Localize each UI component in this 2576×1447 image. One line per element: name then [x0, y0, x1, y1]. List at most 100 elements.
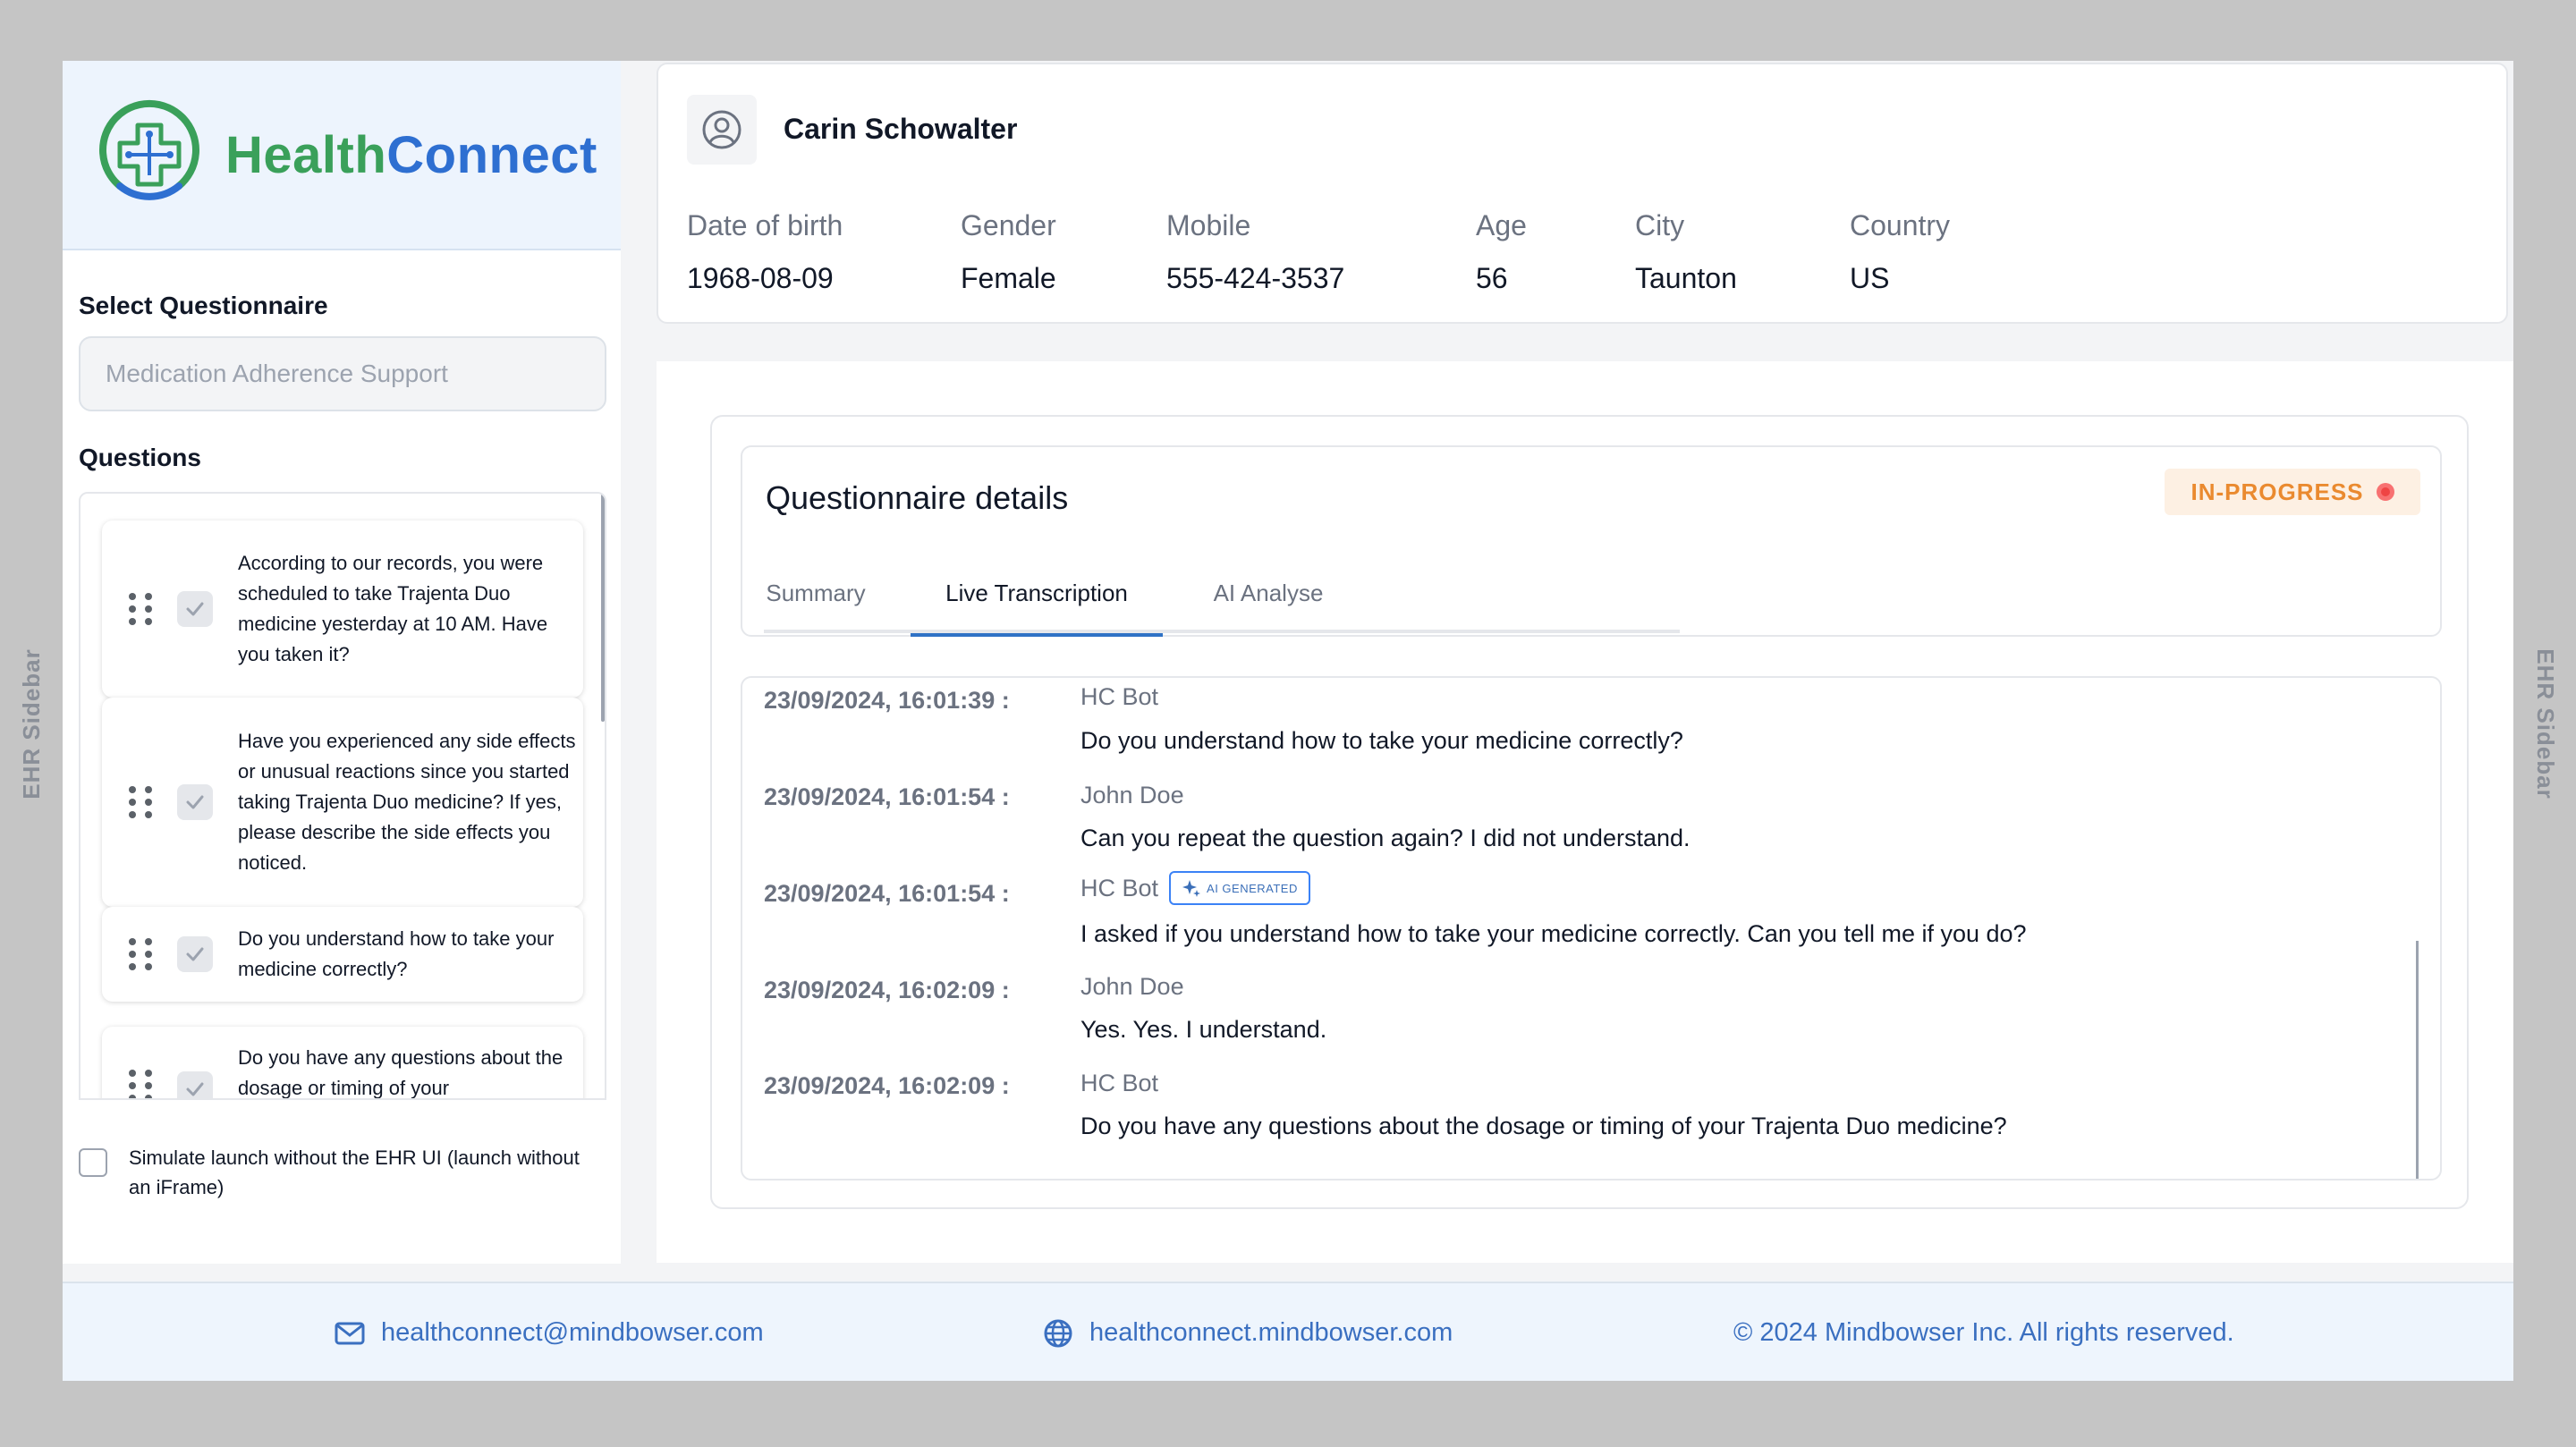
message-sender: HC Bot: [1080, 1070, 1158, 1097]
message-timestamp: 23/09/2024, 16:01:54 :: [764, 783, 1010, 810]
message-sender: HC Bot AI GENERATED: [1080, 871, 1310, 905]
field-value: 555-424-3537: [1166, 262, 1345, 294]
status-badge: IN-PROGRESS: [2165, 469, 2420, 515]
logo-text: HealthConnect: [225, 125, 597, 185]
message-sender-name: HC Bot: [1080, 683, 1159, 710]
message-sender: HC Bot: [1080, 683, 1158, 711]
question-checkbox[interactable]: [177, 784, 213, 820]
tab-summary[interactable]: Summary: [764, 563, 868, 633]
questionnaire-tabs: Summary Live Transcription AI Analyse: [764, 563, 1680, 637]
questionnaire-header: Questionnaire details IN-PROGRESS Summar…: [741, 445, 2442, 637]
message-sender-name: HC Bot: [1080, 874, 1159, 901]
footer: healthconnect@mindbowser.com healthconne…: [63, 1282, 2513, 1381]
field-label: Mobile: [1166, 209, 1251, 241]
patient-field-gender: Gender Female: [961, 209, 1056, 295]
patient-field-dob: Date of birth 1968-08-09: [687, 209, 843, 295]
app-window: HealthConnect Select Questionnaire Medic…: [63, 61, 2513, 1381]
patient-field-city: City Taunton: [1635, 209, 1737, 295]
main-panel: Questionnaire details IN-PROGRESS Summar…: [657, 361, 2513, 1263]
ehr-sidebar-left: EHR Sidebar: [0, 0, 63, 1447]
question-card[interactable]: According to our records, you were sched…: [102, 520, 583, 698]
drag-handle-icon[interactable]: [129, 786, 152, 818]
check-icon: [186, 795, 204, 809]
mail-icon: [335, 1322, 365, 1344]
message-timestamp: 23/09/2024, 16:01:54 :: [764, 880, 1010, 907]
question-card[interactable]: Do you have any questions about the dosa…: [102, 1027, 583, 1099]
question-checkbox[interactable]: [177, 591, 213, 627]
globe-icon: [1044, 1319, 1072, 1347]
question-checkbox[interactable]: [177, 936, 213, 972]
logo-text-health: Health: [225, 125, 387, 184]
sparkle-icon: [1182, 880, 1201, 897]
field-value: Female: [961, 262, 1056, 294]
message-sender-name: John Doe: [1080, 782, 1184, 808]
field-label: Date of birth: [687, 209, 843, 241]
question-card[interactable]: Do you understand how to take your medic…: [102, 907, 583, 1002]
drag-handle-icon[interactable]: [129, 593, 152, 625]
footer-email-text: healthconnect@mindbowser.com: [381, 1318, 764, 1347]
question-list-scrollbar[interactable]: [601, 494, 605, 722]
field-label: Gender: [961, 209, 1056, 241]
field-value: 56: [1476, 262, 1508, 294]
logo-text-connect: Connect: [386, 125, 597, 184]
footer-email-link[interactable]: healthconnect@mindbowser.com: [335, 1283, 764, 1381]
field-value: 1968-08-09: [687, 262, 834, 294]
medical-cross-logo-icon: [99, 99, 199, 200]
ehr-sidebar-left-label: EHR Sidebar: [17, 647, 45, 800]
footer-copyright-text: © 2024 Mindbowser Inc. All rights reserv…: [1733, 1318, 2234, 1347]
select-questionnaire-label: Select Questionnaire: [79, 292, 328, 319]
tab-ai-analyse[interactable]: AI Analyse: [1193, 563, 1343, 633]
simulate-launch-checkbox[interactable]: [79, 1148, 107, 1177]
field-label: City: [1635, 209, 1685, 241]
message-sender: John Doe: [1080, 782, 1184, 809]
message-sender-name: John Doe: [1080, 973, 1184, 1000]
patient-info-card: Carin Schowalter Date of birth 1968-08-0…: [657, 63, 2508, 324]
message-timestamp: 23/09/2024, 16:01:39 :: [764, 687, 1010, 714]
footer-website-text: healthconnect.mindbowser.com: [1089, 1318, 1453, 1347]
question-text: Do you have any questions about the dosa…: [238, 1046, 564, 1099]
question-list[interactable]: According to our records, you were sched…: [79, 492, 606, 1100]
patient-field-age: Age 56: [1476, 209, 1527, 295]
message-text: Yes. Yes. I understand.: [1080, 1016, 1327, 1043]
message-sender: John Doe: [1080, 973, 1184, 1001]
simulate-launch-label: Simulate launch without the EHR UI (laun…: [129, 1147, 580, 1198]
live-transcription-log[interactable]: 23/09/2024, 16:01:39 : HC Bot Do you und…: [741, 676, 2442, 1180]
patient-name: Carin Schowalter: [784, 113, 1018, 145]
message-text: Can you repeat the question again? I did…: [1080, 825, 1690, 851]
message-timestamp: 23/09/2024, 16:02:09 :: [764, 1072, 1010, 1099]
footer-website-link[interactable]: healthconnect.mindbowser.com: [1043, 1283, 1453, 1381]
avatar: [687, 95, 757, 165]
ehr-sidebar-right-label: EHR Sidebar: [2531, 647, 2559, 800]
simulate-launch-option[interactable]: Simulate launch without the EHR UI (laun…: [79, 1143, 594, 1202]
message-text: Do you have any questions about the dosa…: [1080, 1113, 2007, 1139]
message-timestamp: 23/09/2024, 16:02:09 :: [764, 977, 1010, 1003]
questionnaire-select[interactable]: Medication Adherence Support: [79, 336, 606, 411]
ai-generated-badge: AI GENERATED: [1169, 871, 1310, 905]
drag-handle-icon[interactable]: [129, 938, 152, 970]
field-label: Age: [1476, 209, 1527, 241]
message-text: Do you understand how to take your medic…: [1080, 727, 1683, 754]
drag-handle-icon[interactable]: [129, 1070, 152, 1098]
questions-label: Questions: [79, 444, 201, 471]
message-sender-name: HC Bot: [1080, 1070, 1159, 1096]
question-checkbox[interactable]: [177, 1071, 213, 1098]
questionnaire-title: Questionnaire details: [766, 479, 1069, 516]
check-icon: [186, 1082, 204, 1096]
check-icon: [186, 602, 204, 616]
question-text: Have you experienced any side effects or…: [238, 730, 576, 874]
footer-copyright: © 2024 Mindbowser Inc. All rights reserv…: [1733, 1283, 2234, 1381]
ai-generated-label: AI GENERATED: [1207, 881, 1298, 895]
questionnaire-select-placeholder: Medication Adherence Support: [106, 360, 448, 387]
transcript-scrollbar[interactable]: [2416, 941, 2419, 1179]
question-text: Do you understand how to take your medic…: [238, 927, 555, 980]
question-text: According to our records, you were sched…: [238, 552, 548, 665]
user-icon: [702, 110, 741, 149]
field-label: Country: [1850, 209, 1951, 241]
patient-field-country: Country US: [1850, 209, 1950, 295]
questionnaire-sidebar: HealthConnect Select Questionnaire Medic…: [63, 61, 621, 1264]
tab-live-transcription[interactable]: Live Transcription: [911, 563, 1163, 637]
recording-dot-icon: [2376, 483, 2394, 501]
questionnaire-details-panel: Questionnaire details IN-PROGRESS Summar…: [710, 415, 2469, 1209]
question-card[interactable]: Have you experienced any side effects or…: [102, 698, 583, 907]
patient-field-mobile: Mobile 555-424-3537: [1166, 209, 1344, 295]
